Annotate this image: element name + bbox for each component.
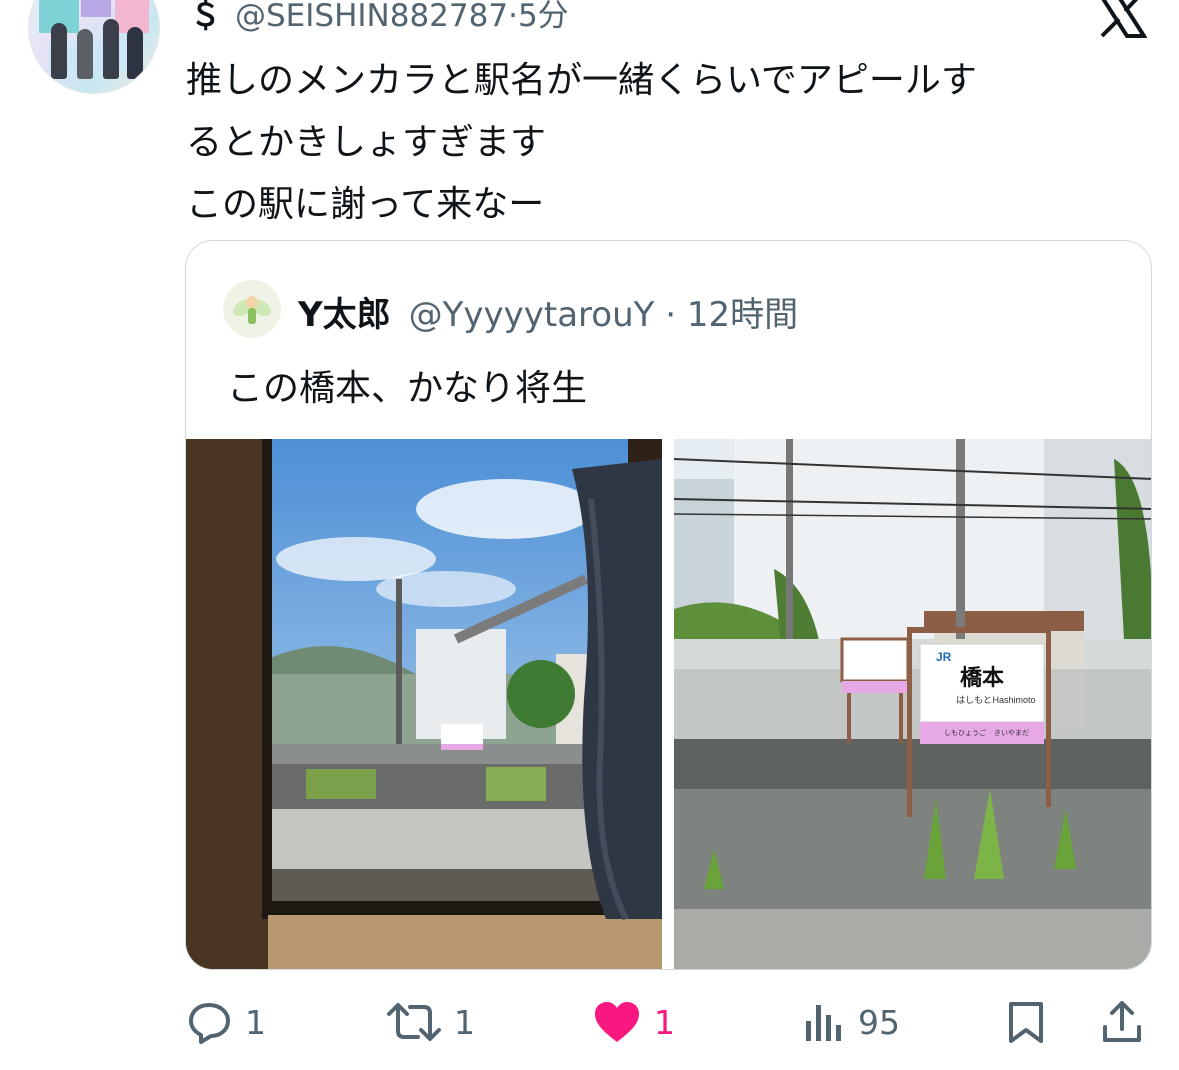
reply-count: 1 [245,1002,266,1042]
reply-button[interactable]: 1 [187,990,266,1054]
sign-kana: はしもと [956,695,992,706]
share-icon [1103,1001,1141,1042]
like-count: 1 [654,1002,675,1042]
tweet-header: ＄ @SEISHIN882787·5分 [190,0,569,35]
author-name[interactable]: ＄ [190,0,221,34]
sign-romaji: Hashimoto [992,695,1035,705]
avatar-figure [77,29,93,79]
action-bar: 1 1 1 95 [0,990,1179,1060]
bookmark-button[interactable] [1006,990,1046,1054]
tweet-text-line: るとかきしょすぎます [186,122,547,163]
sign-operator: JR [936,650,952,664]
retweet-count: 1 [454,1002,475,1042]
tweet-time[interactable]: 5分 [518,0,569,34]
author-handle[interactable]: @SEISHIN882787 [235,0,508,34]
reply-icon [189,1003,230,1044]
avatar-tile [81,0,111,17]
quote-author-handle[interactable]: @YyyyytarouY [409,295,655,335]
x-logo-icon[interactable] [1097,0,1147,38]
avatar-figure [51,23,67,79]
sign-next-kana: きいやまだ [994,729,1029,737]
like-button[interactable]: 1 [592,990,675,1054]
share-button[interactable] [1100,990,1144,1054]
quote-author-name[interactable]: Y太郎 [298,295,391,335]
tweet-text-line: 推しのメンカラと駅名が一緒くらいでアピールす [186,60,977,101]
header-separator: · [508,0,518,34]
sign-kanji: 橋本 [960,666,1004,691]
quoted-tweet-card[interactable]: Y太郎 @YyyyytarouY · 12時間 この橋本、かなり将生 JR 橋本… [185,240,1152,970]
avatar-figure [103,19,119,79]
view-count: 95 [858,1002,900,1042]
sign-prev-kana: しもひょうご [944,728,986,737]
views-icon [806,1005,841,1041]
avatar-figure [127,27,143,79]
quote-header: Y太郎 @YyyyytarouY · 12時間 [298,287,798,336]
tweet-text-line: この駅に謝って来なー [186,184,545,225]
views-button[interactable]: 95 [802,990,900,1054]
quote-author-avatar[interactable] [223,280,281,338]
quote-text: この橋本、かなり将生 [227,368,588,409]
quote-time[interactable]: 12時間 [687,295,798,335]
bookmark-icon [1009,1002,1043,1043]
heart-icon [595,1002,639,1042]
quote-photo-window[interactable] [186,439,662,969]
quote-separator: · [654,295,687,335]
retweet-icon [387,1003,441,1041]
retweet-button[interactable]: 1 [386,990,475,1054]
quote-photo-station-sign[interactable]: JR 橋本 はしもと Hashimoto しもひょうご きいやまだ [674,439,1151,969]
fairy-avatar-icon [232,296,272,324]
tweet-text: 推しのメンカラと駅名が一緒くらいでアピールす るとかきしょすぎます この駅に謝っ… [186,50,1146,236]
author-avatar[interactable] [28,0,160,94]
